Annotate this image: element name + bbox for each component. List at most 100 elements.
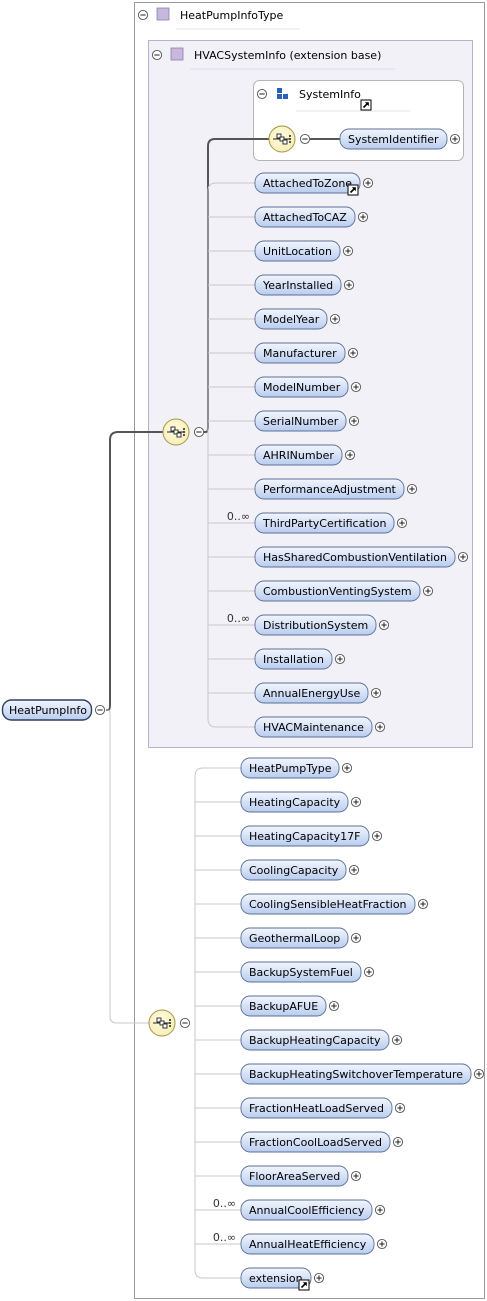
expand-annualenergyuse-plus-circle-icon[interactable]: [370, 687, 382, 699]
expand-backupsystemfuel-plus-circle-icon[interactable]: [363, 966, 375, 978]
element-label: AnnualCoolEfficiency: [249, 1204, 365, 1217]
expand-heatingcapacity-plus-circle-icon[interactable]: [350, 796, 362, 808]
element-node-floorareaserved[interactable]: FloorAreaServed: [240, 1165, 362, 1187]
expand-attachedtocaz-plus-circle-icon[interactable]: [357, 211, 369, 223]
element-label: PerformanceAdjustment: [263, 483, 397, 496]
element-label: AttachedToCAZ: [263, 211, 347, 224]
element-node-thirdpartycertification[interactable]: ThirdPartyCertification: [254, 512, 408, 534]
collapse-sequence-extension-minus-circle-icon[interactable]: [179, 1017, 191, 1029]
expand-modelyear-plus-circle-icon[interactable]: [329, 313, 341, 325]
element-label: SerialNumber: [263, 415, 339, 428]
expand-floorareaserved-plus-circle-icon[interactable]: [350, 1170, 362, 1182]
expand-yearinstalled-plus-circle-icon[interactable]: [343, 279, 355, 291]
element-node-coolingsensibleheatfraction[interactable]: CoolingSensibleHeatFraction: [240, 893, 429, 915]
collapse-root-minus-circle-icon[interactable]: [94, 704, 106, 716]
expand-backupafue-plus-circle-icon[interactable]: [328, 1000, 340, 1012]
element-label: HeatPumpType: [249, 762, 332, 775]
element-label: BackupHeatingCapacity: [249, 1034, 381, 1047]
element-label: CoolingCapacity: [249, 864, 339, 877]
expand-performanceadjustment-plus-circle-icon[interactable]: [406, 483, 418, 495]
expand-combustionventingsystem-plus-circle-icon[interactable]: [422, 585, 434, 597]
element-node-heatpumptype[interactable]: HeatPumpType: [240, 757, 353, 779]
element-node-combustionventingsystem[interactable]: CombustionVentingSystem: [254, 580, 434, 602]
element-node-backupsystemfuel[interactable]: BackupSystemFuel: [240, 961, 375, 983]
element-node-heatingcapacity[interactable]: HeatingCapacity: [240, 791, 362, 813]
element-node-fractioncoolloadserved[interactable]: FractionCoolLoadServed: [240, 1131, 404, 1153]
element-label: CombustionVentingSystem: [263, 585, 412, 598]
element-node-modelnumber[interactable]: ModelNumber: [254, 376, 362, 398]
element-node-fractionheatloadserved[interactable]: FractionHeatLoadServed: [240, 1097, 406, 1119]
element-node-unitlocation[interactable]: UnitLocation: [254, 240, 354, 262]
element-label: YearInstalled: [262, 279, 333, 292]
element-node-coolingcapacity[interactable]: CoolingCapacity: [240, 859, 360, 881]
element-label: FloorAreaServed: [249, 1170, 340, 1183]
element-node-annualheatefficiency[interactable]: AnnualHeatEfficiency: [240, 1233, 388, 1255]
sequence-compositor-base[interactable]: [162, 418, 190, 446]
expand-backupheatingswitchovertemperature-plus-circle-icon[interactable]: [473, 1068, 485, 1080]
expand-fractionheatloadserved-plus-circle-icon[interactable]: [394, 1102, 406, 1114]
element-node-backupheatingswitchovertemperature[interactable]: BackupHeatingSwitchoverTemperature: [240, 1063, 485, 1085]
expand-geothermalloop-plus-circle-icon[interactable]: [350, 932, 362, 944]
expand-ahrinumber-plus-circle-icon[interactable]: [344, 449, 356, 461]
expand-systemidentifier-plus-circle-icon[interactable]: [449, 133, 461, 145]
element-label: ModelYear: [263, 313, 320, 326]
element-label: Manufacturer: [263, 347, 337, 360]
expand-unitlocation-plus-circle-icon[interactable]: [342, 245, 354, 257]
element-node-serialnumber[interactable]: SerialNumber: [254, 410, 360, 432]
expand-distributionsystem-plus-circle-icon[interactable]: [378, 619, 390, 631]
element-node-performanceadjustment[interactable]: PerformanceAdjustment: [254, 478, 418, 500]
element-node-annualenergyuse[interactable]: AnnualEnergyUse: [254, 682, 382, 704]
element-node-ahrinumber[interactable]: AHRINumber: [254, 444, 356, 466]
collapse-sequence-base-minus-circle-icon[interactable]: [193, 426, 205, 438]
expand-coolingcapacity-plus-circle-icon[interactable]: [348, 864, 360, 876]
element-node-backupafue[interactable]: BackupAFUE: [240, 995, 340, 1017]
element-node-hassharedcombustionventilation[interactable]: HasSharedCombustionVentilation: [254, 546, 469, 568]
expand-serialnumber-plus-circle-icon[interactable]: [348, 415, 360, 427]
element-label: SystemIdentifier: [348, 133, 439, 146]
expand-attachedtozone-plus-circle-icon[interactable]: [362, 177, 374, 189]
expand-backupheatingcapacity-plus-circle-icon[interactable]: [391, 1034, 403, 1046]
element-node-hvacmaintenance[interactable]: HVACMaintenance: [254, 716, 386, 738]
collapse-systeminfo-minus-circle-icon[interactable]: [256, 88, 268, 100]
expand-heatingcapacity17f-plus-circle-icon[interactable]: [371, 830, 383, 842]
element-node-heatingcapacity17f[interactable]: HeatingCapacity17F: [240, 825, 383, 847]
element-node-backupheatingcapacity[interactable]: BackupHeatingCapacity: [240, 1029, 403, 1051]
element-label: CoolingSensibleHeatFraction: [249, 898, 407, 911]
expand-fractioncoolloadserved-plus-circle-icon[interactable]: [392, 1136, 404, 1148]
expand-extension-plus-circle-icon[interactable]: [313, 1272, 325, 1284]
root-element-heatpumpinfo[interactable]: HeatPumpInfo: [1, 699, 93, 721]
element-label: FractionCoolLoadServed: [249, 1136, 382, 1149]
complex-type-icon: [156, 7, 170, 21]
schema-diagram: HeatPumpInfoType HVACSystemInfo (extensio…: [1, 2, 485, 1299]
expand-hassharedcombustionventilation-plus-circle-icon[interactable]: [457, 551, 469, 563]
element-label: HeatingCapacity17F: [249, 830, 361, 843]
element-node-geothermalloop[interactable]: GeothermalLoop: [240, 927, 362, 949]
type-box-title: HeatPumpInfoType: [180, 9, 284, 22]
element-node-yearinstalled[interactable]: YearInstalled: [254, 274, 355, 296]
expand-modelnumber-plus-circle-icon[interactable]: [350, 381, 362, 393]
expand-hvacmaintenance-plus-circle-icon[interactable]: [374, 721, 386, 733]
element-label: HVACMaintenance: [263, 721, 364, 734]
element-node-attachedtozone[interactable]: AttachedToZone: [254, 172, 374, 196]
collapse-base-minus-circle-icon[interactable]: [151, 49, 163, 61]
expand-heatpumptype-plus-circle-icon[interactable]: [341, 762, 353, 774]
sequence-compositor-systeminfo[interactable]: [268, 125, 296, 153]
expand-thirdpartycertification-plus-circle-icon[interactable]: [396, 517, 408, 529]
expand-annualheatefficiency-plus-circle-icon[interactable]: [376, 1238, 388, 1250]
element-node-attachedtocaz[interactable]: AttachedToCAZ: [254, 206, 369, 228]
collapse-type-minus-circle-icon[interactable]: [137, 9, 149, 21]
element-node-systemidentifier[interactable]: SystemIdentifier: [339, 128, 461, 150]
expand-annualcoolefficiency-plus-circle-icon[interactable]: [374, 1204, 386, 1216]
collapse-sequence-systeminfo-minus-circle-icon[interactable]: [299, 133, 311, 145]
base-box-title: HVACSystemInfo (extension base): [194, 49, 381, 62]
element-node-manufacturer[interactable]: Manufacturer: [254, 342, 359, 364]
element-node-annualcoolefficiency[interactable]: AnnualCoolEfficiency: [240, 1199, 386, 1221]
element-label: ThirdPartyCertification: [262, 517, 386, 530]
element-node-distributionsystem[interactable]: DistributionSystem: [254, 614, 390, 636]
sequence-compositor-extension[interactable]: [148, 1009, 176, 1037]
expand-installation-plus-circle-icon[interactable]: [334, 653, 346, 665]
expand-coolingsensibleheatfraction-plus-circle-icon[interactable]: [417, 898, 429, 910]
complex-type-icon: [170, 47, 184, 61]
element-label: HeatingCapacity: [249, 796, 341, 809]
expand-manufacturer-plus-circle-icon[interactable]: [347, 347, 359, 359]
